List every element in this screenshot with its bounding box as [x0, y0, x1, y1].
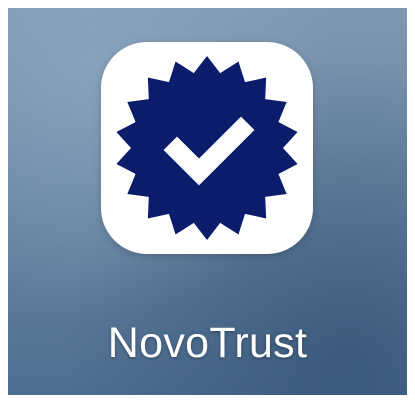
app-label: NovoTrust [107, 319, 308, 367]
novotrust-app-icon[interactable] [101, 42, 313, 254]
badge-seal-shape [116, 56, 298, 240]
verified-badge-icon [116, 56, 298, 240]
